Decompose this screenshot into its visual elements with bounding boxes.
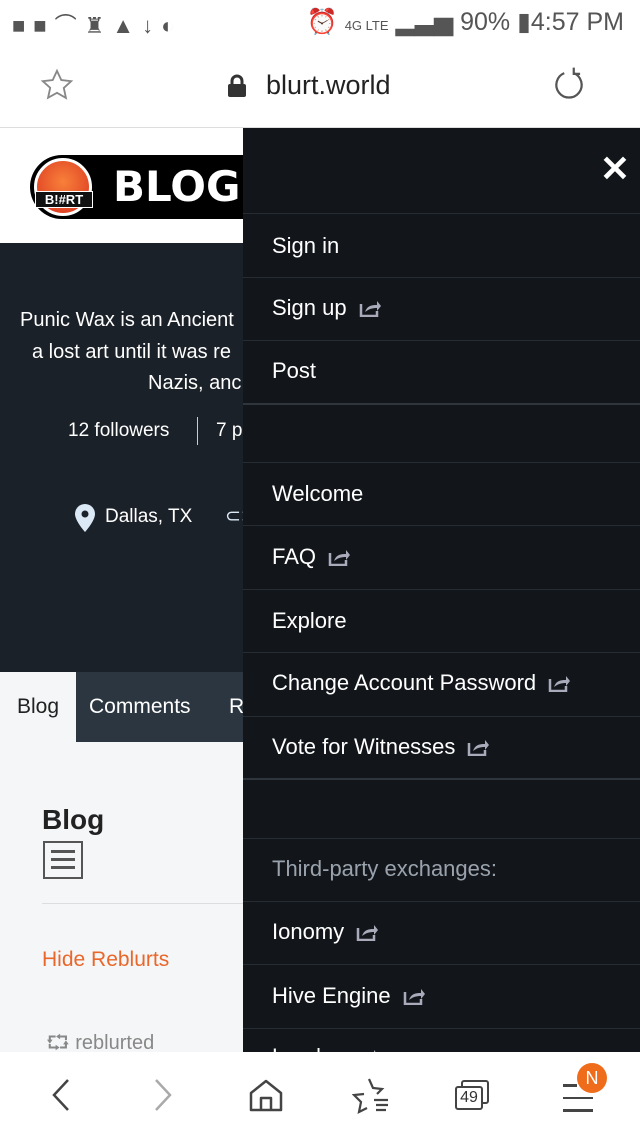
url-field[interactable]: blurt.world [266,70,391,101]
bio-line: Nazis, anc [148,372,242,394]
bookmarks-icon[interactable] [352,1076,392,1114]
status-right: ⏰ 4G LTE ▂▃▅ 90% ▮4:57 PM [307,7,624,37]
followers-count[interactable]: 12 followers [68,420,169,442]
menu-item-welcome[interactable]: Welcome [272,479,363,509]
posts-count: 7 p [216,420,243,441]
reblurt-icon: ⮔ [46,1032,76,1054]
tab-comments[interactable]: Comments [89,672,191,742]
external-link-icon [359,301,381,317]
bookmark-star-icon[interactable] [40,68,74,102]
menu-item-change-password[interactable]: Change Account Password [272,668,571,698]
tab-replies[interactable]: R [229,672,244,742]
tab-count: 49 [455,1086,483,1110]
location-pin-icon [75,504,95,532]
profile-tabs: Blog Comments R [0,672,244,742]
menu-item-sign-up[interactable]: Sign up [272,293,381,323]
menu-item-hive-engine[interactable]: Hive Engine [272,981,425,1011]
external-link-icon [356,925,379,941]
menu-item-faq[interactable]: FAQ [272,542,351,572]
external-link-icon [468,740,490,756]
location: Dallas, TX [105,506,193,527]
home-icon[interactable] [248,1078,284,1112]
menu-item-vote-witnesses[interactable]: Vote for Witnesses [272,732,490,762]
badge-text: B!#RT [35,191,93,208]
link-icon[interactable]: ⊂⊃ [225,505,243,528]
menu-item-explore[interactable]: Explore [272,606,347,636]
battery-level: 90% [460,8,511,36]
back-icon[interactable] [46,1078,76,1112]
menu-item-post[interactable]: Post [272,356,316,386]
clock: 4:57 PM [530,8,624,36]
forward-icon[interactable] [148,1078,178,1112]
notification-badge: N [577,1063,607,1093]
reblurted-text: reblurted [75,1032,155,1054]
lock-icon [228,74,246,97]
page-title: Blog [42,804,105,835]
hide-reblurts-link[interactable]: Hide Reblurts [42,948,169,972]
browser-bottom-nav: 49 N [0,1052,640,1138]
tabs-button[interactable]: 49 [455,1080,489,1110]
reload-icon[interactable] [550,66,588,104]
menu-item-sign-in[interactable]: Sign in [272,231,339,261]
divider [197,417,198,445]
menu-item-ionomy[interactable]: Ionomy [272,917,379,947]
tab-blog[interactable]: Blog [0,672,76,742]
notification-icons: ■■⌒♜▲↓◐ [12,13,183,38]
external-link-icon [548,676,571,692]
section-label-exchanges: Third-party exchanges: [272,856,497,881]
status-bar: ■■⌒♜▲↓◐ ⏰ 4G LTE ▂▃▅ 90% ▮4:57 PM [0,0,640,44]
nav-drawer: ✕ Sign in Sign up Post Welcome FAQ Explo… [243,128,640,1069]
bio-line: Punic Wax is an Ancient [20,309,234,331]
external-link-icon [328,550,351,566]
close-icon[interactable]: ✕ [600,148,630,190]
divider [42,903,243,904]
bio-line: a lost art until it was re [32,341,231,363]
external-link-icon [403,989,425,1005]
blurt-face-logo: B!#RT [34,158,93,216]
profile-hero: Punic Wax is an Ancient a lost art until… [0,243,243,672]
battery-icon: ▮ [517,8,531,36]
network-label: 4G LTE [344,18,389,33]
alarm-icon: ⏰ [306,8,345,36]
menu-list-icon[interactable] [43,841,83,879]
logo-text: BLOG [113,162,241,211]
blog-content: Blog Hide Reblurts ⮔ reblurted [0,742,243,1054]
signal-icon: ▂▃▅ [395,8,461,36]
